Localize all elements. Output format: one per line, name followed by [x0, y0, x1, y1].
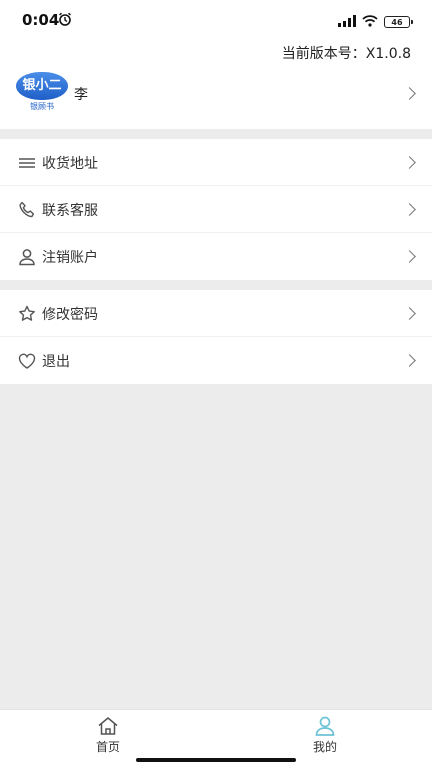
- menu-item-label: 收货地址: [42, 156, 98, 172]
- user-name: 李: [74, 87, 88, 103]
- menu-group-1: 收货地址 联系客服 注销账户: [0, 139, 432, 280]
- tab-home[interactable]: 首页: [78, 716, 138, 755]
- status-icons: 46: [338, 12, 413, 31]
- chevron-right-icon: [403, 87, 416, 100]
- home-icon: [97, 716, 119, 736]
- home-indicator: [136, 758, 296, 762]
- chevron-right-icon: [403, 203, 416, 216]
- menu-item-logout[interactable]: 退出: [0, 337, 432, 384]
- status-time: 0:04: [22, 11, 60, 29]
- profile-card[interactable]: 当前版本号：X1.0.8 银小二 银顾书 李: [0, 40, 432, 129]
- menu-item-label: 注销账户: [42, 250, 98, 266]
- version-label: 当前版本号：X1.0.8: [281, 46, 411, 62]
- chevron-right-icon: [403, 156, 416, 169]
- avatar-subtext: 银顾书: [30, 102, 54, 111]
- chevron-right-icon: [403, 354, 416, 367]
- user-icon: [18, 248, 36, 266]
- phone-icon: [18, 201, 36, 219]
- menu-item-shipping-address[interactable]: 收货地址: [0, 139, 432, 186]
- tab-home-label: 首页: [95, 740, 120, 754]
- wifi-icon: [362, 12, 378, 31]
- alarm-icon: [58, 11, 72, 30]
- battery-icon: 46: [384, 15, 413, 28]
- user-icon: [314, 716, 336, 736]
- tab-bar: 首页 我的: [0, 709, 432, 768]
- signal-icon: [338, 12, 356, 31]
- chevron-right-icon: [403, 307, 416, 320]
- menu-item-delete-account[interactable]: 注销账户: [0, 233, 432, 280]
- heart-icon: [18, 352, 36, 370]
- menu-item-change-password[interactable]: 修改密码: [0, 290, 432, 337]
- star-icon: [18, 305, 36, 323]
- menu-item-label: 退出: [42, 354, 70, 370]
- menu-item-label: 联系客服: [42, 203, 98, 219]
- avatar: 银小二 银顾书: [16, 72, 68, 112]
- status-bar: 0:04 46: [0, 0, 432, 40]
- menu-item-contact-support[interactable]: 联系客服: [0, 186, 432, 233]
- avatar-logo: 银小二: [16, 72, 68, 100]
- tab-mine-label: 我的: [312, 740, 337, 754]
- menu-item-label: 修改密码: [42, 307, 98, 323]
- menu-group-2: 修改密码 退出: [0, 290, 432, 384]
- chevron-right-icon: [403, 250, 416, 263]
- menu-lines-icon: [18, 154, 36, 172]
- tab-mine[interactable]: 我的: [295, 716, 355, 755]
